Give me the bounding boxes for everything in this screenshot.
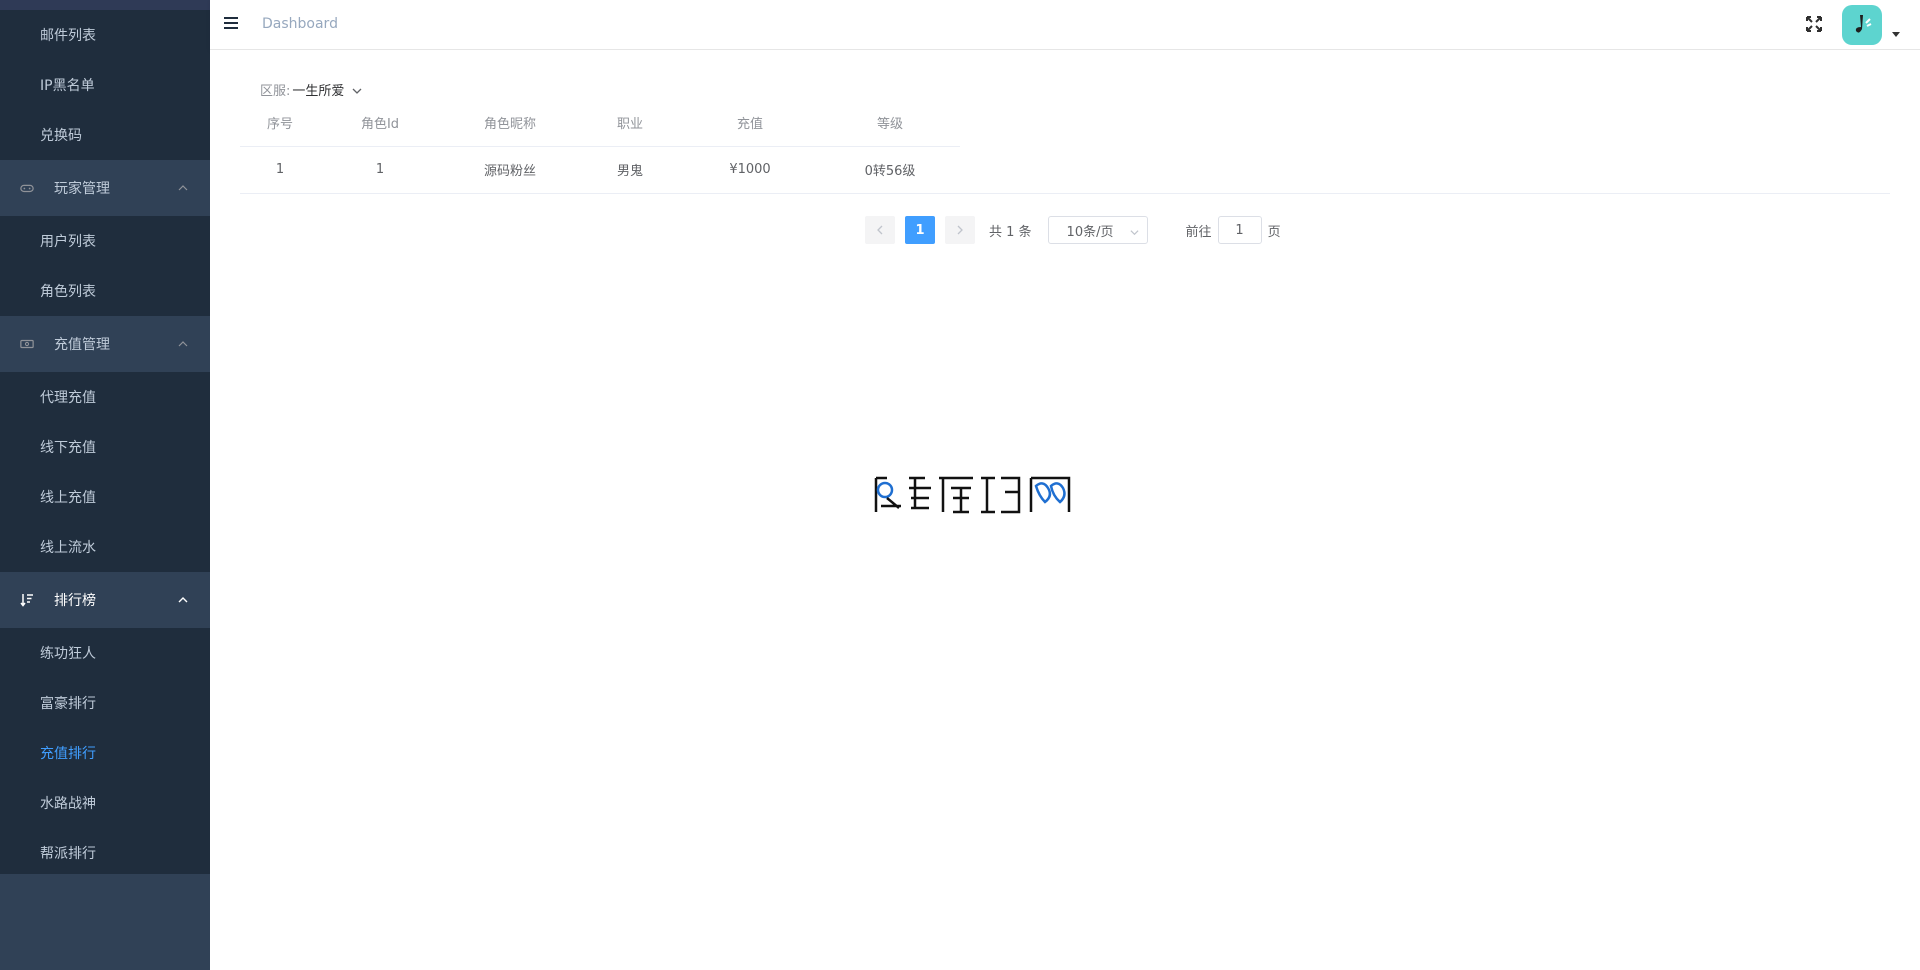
caret-down-icon[interactable] — [1892, 32, 1900, 37]
column-header-recharge: 充值 — [680, 100, 820, 147]
pagination: 1 共 1 条 10条/页 前往 页 — [865, 216, 1281, 244]
cell-profession: 男鬼 — [580, 146, 680, 194]
sidebar-item-agent-recharge[interactable]: 代理充值 — [0, 372, 210, 422]
column-header-role-id: 角色Id — [320, 100, 440, 147]
cell-role-id: 1 — [320, 146, 440, 194]
money-icon — [20, 337, 34, 351]
sidebar-group-label: 排行榜 — [54, 593, 96, 609]
sidebar-item-water-god[interactable]: 水路战神 — [0, 778, 210, 828]
sidebar-group-label: 充值管理 — [54, 337, 110, 353]
chevron-up-icon — [178, 183, 188, 193]
chevron-up-icon — [178, 339, 188, 349]
sidebar-item-role-list[interactable]: 角色列表 — [0, 266, 210, 316]
sidebar-item-rich-ranking[interactable]: 富豪排行 — [0, 678, 210, 728]
chevron-down-icon[interactable] — [352, 85, 362, 95]
table-row: 1 1 源码粉丝 男鬼 ¥1000 0转56级 — [240, 146, 960, 194]
sidebar-group-players[interactable]: 玩家管理 — [0, 160, 210, 216]
sidebar-item-ip-blacklist[interactable]: IP黑名单 — [0, 60, 210, 110]
prev-page-button[interactable] — [865, 216, 895, 244]
cell-recharge: ¥1000 — [680, 146, 820, 194]
column-header-role-nickname: 角色昵称 — [440, 100, 580, 147]
page-number-button[interactable]: 1 — [905, 216, 935, 244]
sidebar-item-mail-list[interactable]: 邮件列表 — [0, 10, 210, 60]
chevron-down-icon — [1130, 226, 1139, 236]
chevron-up-icon — [178, 595, 188, 605]
sidebar-item-online-flow[interactable]: 线上流水 — [0, 522, 210, 572]
chevron-left-icon — [877, 225, 883, 235]
column-header-level: 等级 — [820, 100, 960, 147]
sort-icon — [20, 593, 34, 607]
server-filter-label: 区服: — [260, 84, 291, 99]
sidebar-item-redeem-code[interactable]: 兑换码 — [0, 110, 210, 160]
navbar: Dashboard — [210, 0, 1920, 50]
main-content: 区服: 一生所爱 序号 角色Id 角色昵称 职业 充值 等级 1 1 源码粉丝 — [210, 50, 1920, 970]
sidebar-group-label: 玩家管理 — [54, 181, 110, 197]
breadcrumb[interactable]: Dashboard — [262, 16, 338, 32]
goto-label: 前往 — [1185, 224, 1212, 240]
next-page-button[interactable] — [945, 216, 975, 244]
server-filter-value[interactable]: 一生所爱 — [292, 80, 344, 99]
chevron-right-icon — [957, 225, 963, 235]
page-size-select[interactable]: 10条/页 — [1047, 216, 1148, 244]
ranking-table: 序号 角色Id 角色昵称 职业 充值 等级 1 1 源码粉丝 男鬼 ¥1000 … — [240, 100, 1890, 194]
sidebar: 邮件列表 IP黑名单 兑换码 玩家管理 用户列表 角色列表 充值管理 代理充值 … — [0, 0, 210, 970]
table-header-row: 序号 角色Id 角色昵称 职业 充值 等级 — [240, 100, 960, 147]
sidebar-item-recharge-ranking[interactable]: 充值排行 — [0, 728, 210, 778]
sidebar-top-strip — [0, 0, 210, 10]
column-header-profession: 职业 — [580, 100, 680, 147]
goto-page-input[interactable] — [1217, 216, 1262, 244]
page-suffix-label: 页 — [1267, 224, 1281, 240]
watermark-logo — [873, 468, 1073, 518]
sidebar-item-offline-recharge[interactable]: 线下充值 — [0, 422, 210, 472]
avatar[interactable] — [1842, 5, 1882, 45]
cell-level: 0转56级 — [820, 146, 960, 194]
sidebar-item-practice-maniac[interactable]: 练功狂人 — [0, 628, 210, 678]
server-filter[interactable]: 区服: 一生所爱 — [260, 80, 362, 99]
sidebar-item-guild-ranking[interactable]: 帮派排行 — [0, 828, 210, 878]
sidebar-item-online-recharge[interactable]: 线上充值 — [0, 472, 210, 522]
sidebar-group-ranking[interactable]: 排行榜 — [0, 572, 210, 628]
cell-index: 1 — [240, 146, 320, 194]
table-bottom-border — [240, 193, 1890, 194]
page-size-value: 10条/页 — [1066, 224, 1114, 240]
sidebar-bottom-fill — [0, 874, 210, 970]
gamepad-icon — [20, 181, 34, 195]
sidebar-group-recharge[interactable]: 充值管理 — [0, 316, 210, 372]
column-header-index: 序号 — [240, 100, 320, 147]
pagination-total: 共 1 条 — [989, 224, 1032, 240]
cell-role-nickname: 源码粉丝 — [440, 146, 580, 194]
hamburger-icon[interactable] — [224, 17, 238, 31]
fullscreen-icon[interactable] — [1804, 14, 1824, 34]
sidebar-item-user-list[interactable]: 用户列表 — [0, 216, 210, 266]
